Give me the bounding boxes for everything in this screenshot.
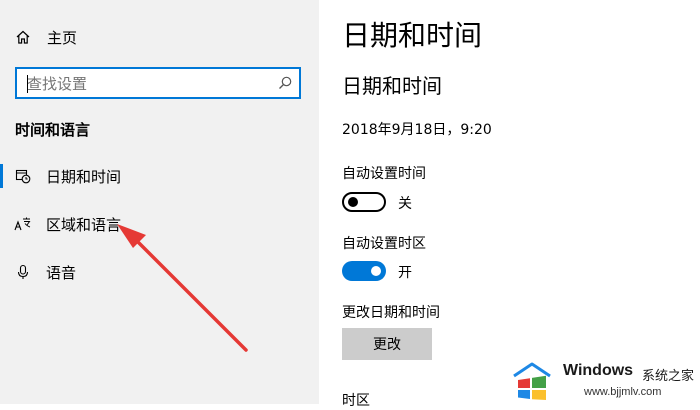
sidebar-item-date-time[interactable]: 日期和时间 xyxy=(0,156,319,196)
section-heading: 时间和语言 xyxy=(15,121,91,139)
watermark: Windows 系统之家 www.bjjmlv.com xyxy=(508,352,700,404)
auto-timezone-label: 自动设置时区 xyxy=(342,236,426,252)
search-input[interactable] xyxy=(27,73,267,95)
search-box[interactable] xyxy=(15,67,301,99)
calendar-clock-icon xyxy=(14,167,32,185)
sidebar-item-label: 主页 xyxy=(47,28,78,47)
sidebar-item-region-language[interactable]: 区域和语言 xyxy=(0,204,319,244)
main-content: 日期和时间 日期和时间 2018年9月18日，9:20 自动设置时间 关 自动设… xyxy=(319,0,700,409)
page-title: 日期和时间 xyxy=(342,19,483,52)
microphone-icon xyxy=(14,263,32,281)
sidebar-item-label: 语音 xyxy=(46,263,77,282)
sidebar: 主页 时间和语言 日期和时间 xyxy=(0,0,319,404)
watermark-suffix: 系统之家 xyxy=(642,369,695,384)
timezone-label: 时区 xyxy=(342,393,370,409)
current-datetime: 2018年9月18日，9:20 xyxy=(342,122,492,138)
auto-time-label: 自动设置时间 xyxy=(342,166,426,182)
selected-indicator xyxy=(0,164,3,188)
auto-time-toggle[interactable] xyxy=(342,192,386,212)
change-datetime-label: 更改日期和时间 xyxy=(342,305,440,321)
watermark-url: www.bjjmlv.com xyxy=(584,386,662,398)
auto-time-state: 关 xyxy=(398,196,412,212)
watermark-title: Windows xyxy=(563,362,634,379)
language-icon xyxy=(14,215,32,233)
search-icon[interactable] xyxy=(277,75,293,91)
section-title: 日期和时间 xyxy=(342,74,442,98)
windows-logo-icon xyxy=(513,362,551,400)
auto-timezone-toggle[interactable] xyxy=(342,261,386,281)
sidebar-item-label: 区域和语言 xyxy=(46,215,122,234)
sidebar-item-home[interactable]: 主页 xyxy=(0,17,319,57)
toggle-knob xyxy=(371,266,381,276)
toggle-knob xyxy=(348,197,358,207)
sidebar-item-label: 日期和时间 xyxy=(46,167,122,186)
sidebar-item-speech[interactable]: 语音 xyxy=(0,252,319,292)
home-icon xyxy=(14,28,32,46)
text-caret xyxy=(27,75,28,93)
change-button[interactable]: 更改 xyxy=(342,328,432,360)
auto-timezone-state: 开 xyxy=(398,265,412,281)
